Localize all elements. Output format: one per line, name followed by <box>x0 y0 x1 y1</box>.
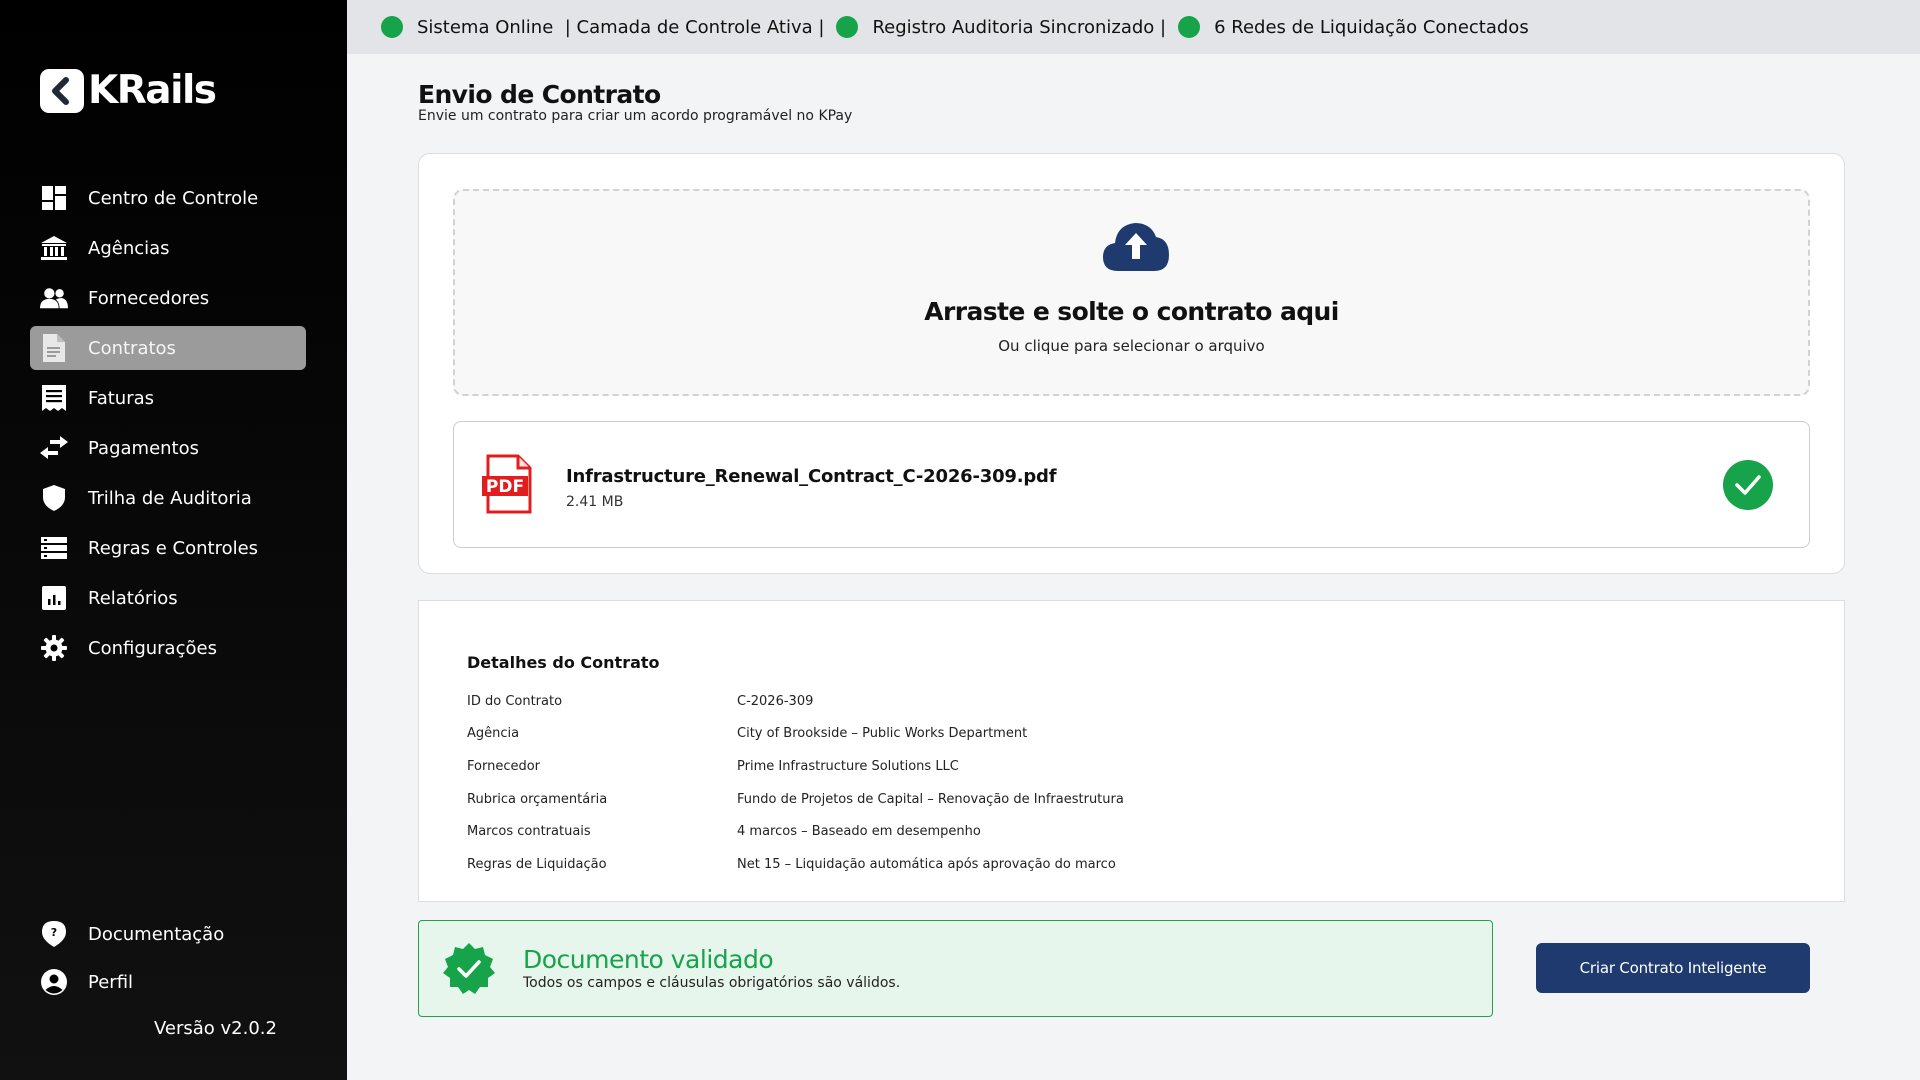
sidebar-item-label: Contratos <box>88 337 176 359</box>
details-row: Rubrica orçamentária Fundo de Projetos de… <box>467 783 1124 816</box>
details-value: Prime Infrastructure Solutions LLC <box>737 758 959 774</box>
sidebar-item-faturas[interactable]: Faturas <box>30 376 306 420</box>
sidebar-item-label: Faturas <box>88 387 155 409</box>
pdf-icon-label: PDF <box>486 477 524 497</box>
details-row: Marcos contratuais 4 marcos – Baseado em … <box>467 815 1124 848</box>
server-icon <box>40 534 68 562</box>
sidebar-item-label: Fornecedores <box>88 287 210 309</box>
details-key: Regras de Liquidação <box>467 856 607 872</box>
status-audit-sync: Registro Auditoria Sincronizado | <box>836 16 1166 38</box>
details-key: ID do Contrato <box>467 693 563 709</box>
details-value: C-2026-309 <box>737 693 814 709</box>
sidebar-item-label: Regras e Controles <box>88 537 259 559</box>
details-value: 4 marcos – Baseado em desempenho <box>737 824 981 840</box>
details-list: ID do Contrato C-2026-309 Agência City of … <box>467 685 1124 881</box>
help-icon: ? <box>40 920 68 948</box>
sidebar-item-relatorios[interactable]: Relatórios <box>30 576 306 620</box>
document-icon <box>40 334 68 362</box>
sidebar-item-label: Pagamentos <box>88 437 199 459</box>
status-text: Sistema Online | Camada de Controle Ativ… <box>417 16 825 38</box>
brand-name: KRails <box>88 68 217 113</box>
sidebar-item-label: Trilha de Auditoria <box>88 487 252 509</box>
shield-icon <box>40 484 68 512</box>
validation-banner: Documento validado Todos os campos e clá… <box>418 920 1493 1017</box>
pdf-file-icon: PDF <box>482 454 532 514</box>
status-system-online: Sistema Online | Camada de Controle Ativ… <box>381 16 824 38</box>
status-text: 6 Redes de Liquidação Conectados <box>1214 16 1529 38</box>
sidebar-item-label: Configurações <box>88 637 217 659</box>
report-chart-icon <box>40 584 68 612</box>
sidebar-item-agencias[interactable]: Agências <box>30 226 306 270</box>
dropzone-title: Arraste e solte o contrato aqui <box>924 297 1339 326</box>
details-row: ID do Contrato C-2026-309 <box>467 685 1124 718</box>
bank-icon <box>40 234 68 262</box>
page-subtitle: Envie um contrato para criar um acordo p… <box>418 108 853 124</box>
details-row: Agência City of Brookside – Public Works … <box>467 718 1124 751</box>
verified-seal-icon <box>443 943 495 994</box>
brand-logo[interactable]: KRails <box>40 68 217 113</box>
status-dot-icon <box>1178 16 1201 38</box>
details-value: Net 15 – Liquidação automática após apro… <box>737 856 1116 872</box>
sidebar-item-regras-e-controles[interactable]: Regras e Controles <box>30 526 306 570</box>
details-value: Fundo de Projetos de Capital – Renovação… <box>737 791 1124 807</box>
upload-success-check-icon <box>1723 460 1773 510</box>
status-text: Registro Auditoria Sincronizado | <box>872 16 1167 38</box>
sidebar-item-centro-de-controle[interactable]: Centro de Controle <box>30 176 306 220</box>
sidebar-item-fornecedores[interactable]: Fornecedores <box>30 276 306 320</box>
file-dropzone[interactable]: Arraste e solte o contrato aqui Ou cliqu… <box>453 189 1810 396</box>
transfer-icon <box>40 434 68 462</box>
status-dot-icon <box>836 16 859 38</box>
details-row: Regras de Liquidação Net 15 – Liquidação … <box>467 848 1124 881</box>
sidebar-item-trilha-de-auditoria[interactable]: Trilha de Auditoria <box>30 476 306 520</box>
gear-icon <box>40 634 68 662</box>
app-version: Versão v2.0.2 <box>154 1018 277 1039</box>
sidebar-item-configuracoes[interactable]: Configurações <box>30 626 306 670</box>
create-smart-contract-button[interactable]: Criar Contrato Inteligente <box>1536 943 1810 993</box>
logo-mark-icon <box>40 68 84 113</box>
page-title: Envio de Contrato <box>418 80 661 109</box>
validation-title: Documento validado <box>523 945 774 974</box>
sidebar-item-label: Centro de Controle <box>88 187 259 209</box>
sidebar: KRails Centro de Controle Agências Forne… <box>0 0 347 1080</box>
sidebar-item-documentacao[interactable]: ? Documentação <box>30 912 306 956</box>
sidebar-item-label: Relatórios <box>88 587 178 609</box>
users-icon <box>40 284 68 312</box>
status-dot-icon <box>381 16 403 38</box>
invoice-icon <box>40 384 68 412</box>
upload-card: Arraste e solte o contrato aqui Ou cliqu… <box>418 153 1845 574</box>
details-key: Fornecedor <box>467 758 541 774</box>
sidebar-bottom-nav: ? Documentação Perfil <box>30 912 306 1008</box>
sidebar-item-perfil[interactable]: Perfil <box>30 960 306 1004</box>
sidebar-item-pagamentos[interactable]: Pagamentos <box>30 426 306 470</box>
dropzone-subtitle: Ou clique para selecionar o arquivo <box>998 337 1265 355</box>
details-value: City of Brookside – Public Works Departm… <box>737 726 1028 742</box>
details-row: Fornecedor Prime Infrastructure Solutions… <box>467 750 1124 783</box>
system-status-bar: Sistema Online | Camada de Controle Ativ… <box>347 0 1920 54</box>
sidebar-item-contratos[interactable]: Contratos <box>30 326 306 370</box>
sidebar-item-label: Agências <box>88 237 170 259</box>
validation-subtitle: Todos os campos e cláusulas obrigatórios… <box>523 975 901 991</box>
details-key: Marcos contratuais <box>467 824 591 840</box>
details-title: Detalhes do Contrato <box>467 653 660 672</box>
details-key: Agência <box>467 726 520 742</box>
sidebar-item-label: Perfil <box>88 971 134 993</box>
dashboard-icon <box>40 184 68 212</box>
cloud-upload-icon <box>1103 223 1169 271</box>
status-settlement-networks: 6 Redes de Liquidação Conectados <box>1178 16 1529 38</box>
sidebar-nav: Centro de Controle Agências Fornecedores… <box>30 176 306 676</box>
file-name: Infrastructure_Renewal_Contract_C-2026-3… <box>566 466 1057 487</box>
file-size: 2.41 MB <box>566 494 624 510</box>
contract-details-card: Detalhes do Contrato ID do Contrato C-202… <box>418 600 1845 902</box>
svg-text:?: ? <box>51 926 57 939</box>
details-key: Rubrica orçamentária <box>467 791 608 807</box>
sidebar-item-label: Documentação <box>88 923 225 945</box>
profile-icon <box>40 968 68 996</box>
uploaded-file-row[interactable]: PDF Infrastructure_Renewal_Contract_C-20… <box>453 421 1810 548</box>
